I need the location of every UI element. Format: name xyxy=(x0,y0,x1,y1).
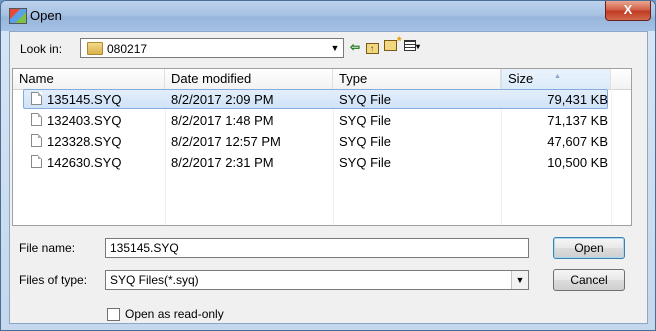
file-icon xyxy=(31,113,42,126)
dialog-body: Look in: 080217 ▼ ⇦ ↑ ▾ Name Date modifi… xyxy=(9,31,648,324)
file-icon xyxy=(31,92,42,105)
look-in-combobox[interactable]: 080217 ▼ xyxy=(80,38,344,58)
files-of-type-label: Files of type: xyxy=(19,273,88,287)
file-type: SYQ File xyxy=(339,134,392,149)
file-date: 8/2/2017 1:48 PM xyxy=(171,113,274,128)
close-button[interactable]: X xyxy=(605,1,651,21)
file-type: SYQ File xyxy=(339,92,392,107)
file-row[interactable]: 132403.SYQ 8/2/2017 1:48 PM SYQ File 71,… xyxy=(13,110,631,130)
read-only-label[interactable]: Open as read-only xyxy=(125,307,224,321)
read-only-checkbox[interactable] xyxy=(107,308,120,321)
column-header-size[interactable]: Size ▲ xyxy=(501,69,611,89)
back-icon[interactable]: ⇦ xyxy=(348,39,362,55)
file-row[interactable]: 135145.SYQ 8/2/2017 2:09 PM SYQ File 79,… xyxy=(13,89,631,109)
file-name: 123328.SYQ xyxy=(47,134,122,149)
file-icon xyxy=(31,134,42,147)
file-date: 8/2/2017 12:57 PM xyxy=(171,134,281,149)
views-menu-button[interactable]: ▾ xyxy=(402,39,422,55)
list-header: Name Date modified Type Size ▲ xyxy=(13,69,631,90)
new-folder-icon xyxy=(383,33,401,51)
app-icon xyxy=(9,8,27,24)
open-button[interactable]: Open xyxy=(553,237,625,259)
files-of-type-value: SYQ Files(*.syq) xyxy=(110,273,199,287)
sort-arrow-icon: ▲ xyxy=(554,73,561,80)
column-header-date-modified[interactable]: Date modified xyxy=(165,69,333,89)
file-name-input[interactable]: 135145.SYQ xyxy=(105,238,529,258)
up-folder-button[interactable]: ↑ xyxy=(365,39,379,55)
file-date: 8/2/2017 2:09 PM xyxy=(171,92,274,107)
file-size: 71,137 KB xyxy=(547,113,608,128)
file-list[interactable]: Name Date modified Type Size ▲ 135145.SY… xyxy=(12,68,632,226)
new-folder-button[interactable] xyxy=(382,33,401,55)
file-name: 135145.SYQ xyxy=(47,92,122,107)
chevron-down-icon[interactable]: ▼ xyxy=(511,271,528,289)
chevron-down-icon: ▾ xyxy=(415,42,420,51)
up-folder-icon: ↑ xyxy=(365,43,379,54)
column-header-name[interactable]: Name xyxy=(13,69,165,89)
views-menu-icon xyxy=(403,40,416,51)
files-of-type-select[interactable]: SYQ Files(*.syq) ▼ xyxy=(105,270,529,290)
look-in-label: Look in: xyxy=(20,42,63,56)
file-type: SYQ File xyxy=(339,113,392,128)
folder-icon xyxy=(87,42,103,55)
file-size: 10,500 KB xyxy=(547,155,608,170)
file-row[interactable]: 142630.SYQ 8/2/2017 2:31 PM SYQ File 10,… xyxy=(13,152,631,172)
file-name: 132403.SYQ xyxy=(47,113,122,128)
file-icon xyxy=(31,155,42,168)
column-header-size-label: Size xyxy=(508,71,534,86)
chevron-down-icon[interactable]: ▼ xyxy=(327,39,343,57)
column-header-type[interactable]: Type xyxy=(333,69,501,89)
file-date: 8/2/2017 2:31 PM xyxy=(171,155,274,170)
file-name: 142630.SYQ xyxy=(47,155,122,170)
look-in-value: 080217 xyxy=(107,42,148,56)
file-type: SYQ File xyxy=(339,155,392,170)
open-dialog: Open X Look in: 080217 ▼ ⇦ ↑ ▾ Name Date… xyxy=(0,0,656,331)
file-size: 79,431 KB xyxy=(547,92,608,107)
file-size: 47,607 KB xyxy=(547,134,608,149)
title-bar[interactable]: Open X xyxy=(1,1,655,31)
window-title: Open xyxy=(30,8,62,23)
cancel-button[interactable]: Cancel xyxy=(553,269,625,291)
file-name-label: File name: xyxy=(19,241,76,255)
close-icon: X xyxy=(623,2,633,17)
file-row[interactable]: 123328.SYQ 8/2/2017 12:57 PM SYQ File 47… xyxy=(13,131,631,151)
